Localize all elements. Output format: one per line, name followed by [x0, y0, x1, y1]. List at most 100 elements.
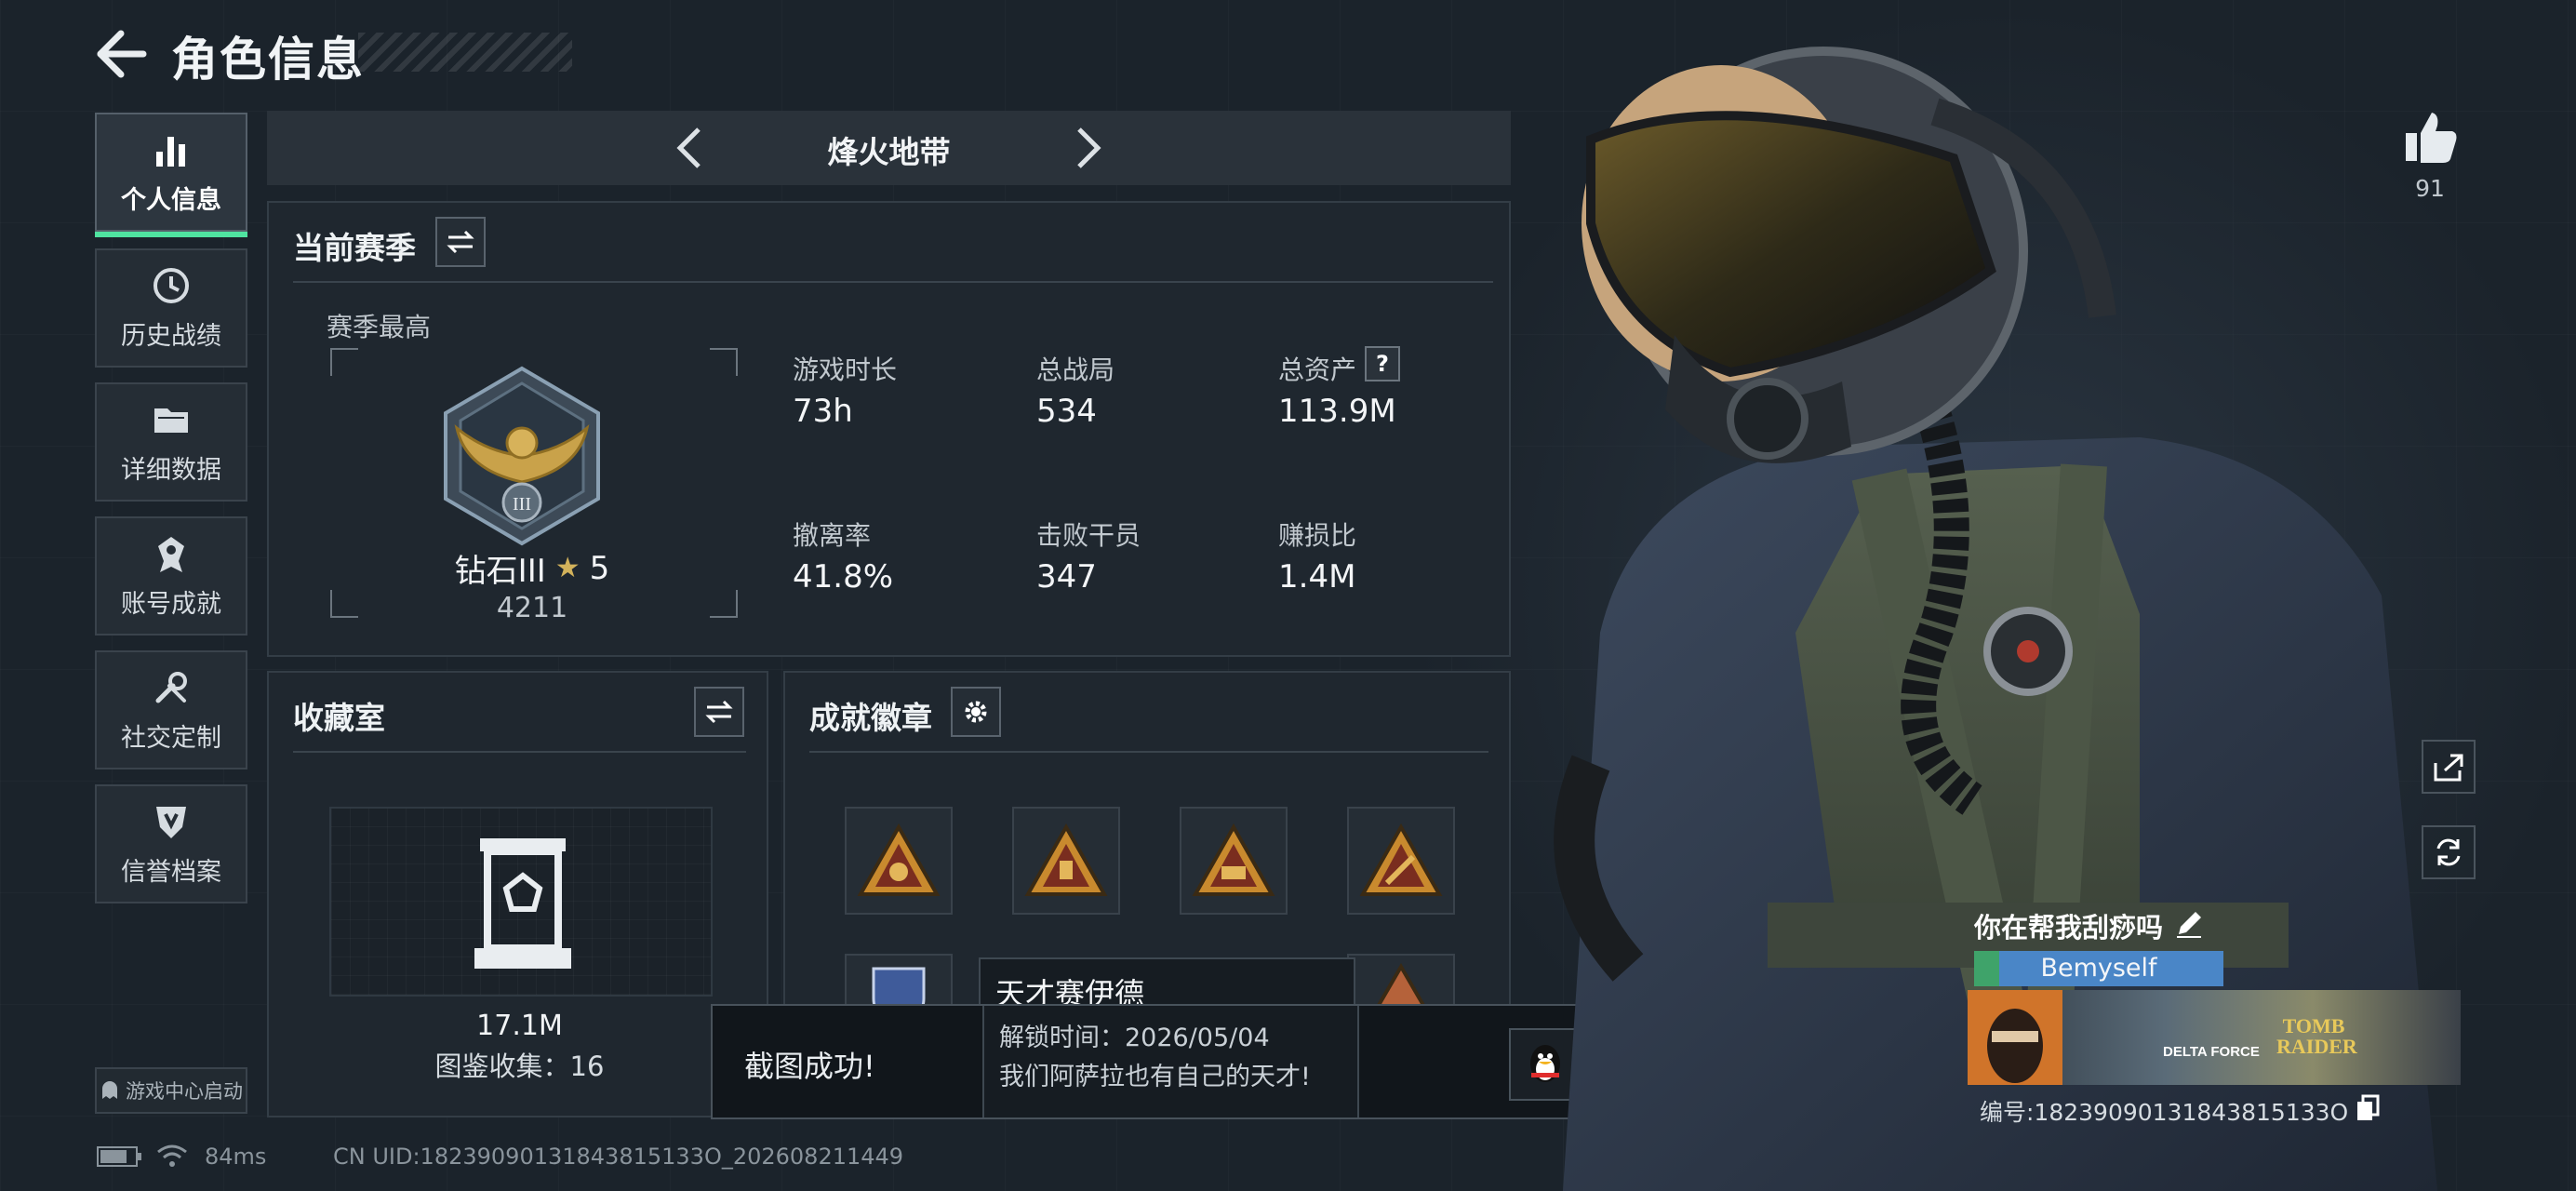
collection-count: 图鉴收集：16	[434, 1050, 605, 1082]
nav-item-personal-info[interactable]: 个人信息	[95, 113, 247, 237]
badge-tile[interactable]	[1012, 807, 1120, 915]
edit-icon[interactable]	[2173, 908, 2205, 940]
stat-value: 347	[1036, 558, 1097, 596]
svg-text:III: III	[513, 494, 531, 515]
rank-stars: 5	[589, 549, 610, 587]
battery-icon	[97, 1146, 141, 1167]
share-button[interactable]	[2422, 740, 2476, 794]
tooltip-unlock-time: 解锁时间：2026/05/04	[999, 1024, 1270, 1052]
frame-corner	[710, 348, 738, 376]
nav-item-social-customize[interactable]: 社交定制	[95, 650, 247, 769]
profile-banner[interactable]: DELTA FORCE TOMB RAIDER	[1968, 990, 2461, 1085]
shield-icon	[156, 806, 186, 838]
title-decoration	[358, 33, 572, 72]
help-icon[interactable]: ?	[1365, 346, 1400, 381]
nav-label: 社交定制	[121, 723, 221, 753]
collection-switch-button[interactable]	[694, 687, 744, 737]
season-panel: 当前赛季 赛季最高 III 钻石III ★ 5 4211 游戏时长 73h 总战…	[267, 201, 1511, 657]
badge-tile[interactable]	[845, 807, 953, 915]
mode-title: 烽火地带	[827, 134, 951, 170]
rank-score: 4211	[496, 592, 568, 624]
season-title: 当前赛季	[293, 230, 416, 266]
bar-chart-icon	[156, 136, 185, 167]
frame-corner	[330, 348, 358, 376]
stat-label: 击败干员	[1036, 520, 1141, 551]
stat-value: 534	[1036, 393, 1097, 430]
nav-label: 信誉档案	[121, 857, 221, 887]
nav-item-achievements[interactable]: 账号成就	[95, 516, 247, 636]
ghost-icon	[102, 1081, 117, 1099]
season-switch-button[interactable]	[435, 217, 486, 267]
rotate-button[interactable]	[2422, 825, 2476, 879]
toast-message: 截图成功!	[744, 1049, 875, 1084]
collection-title: 收藏室	[293, 700, 385, 736]
triangle-badge-icon	[1359, 823, 1443, 896]
star-icon: ★	[554, 552, 581, 584]
mode-selector: 烽火地带	[267, 111, 1511, 185]
swap-icon	[705, 700, 733, 724]
badge-tile[interactable]	[1347, 807, 1455, 915]
triangle-badge-icon	[1192, 823, 1275, 896]
stat-value: 113.9M	[1278, 393, 1396, 430]
stat-label: 游戏时长	[793, 355, 898, 385]
stat-label: 撤离率	[793, 520, 872, 551]
badges-title: 成就徽章	[809, 700, 932, 736]
triangle-badge-icon	[1024, 823, 1108, 896]
rank-emblem-icon: III	[444, 366, 600, 546]
nav-item-match-history[interactable]: 历史战绩	[95, 248, 247, 368]
divider	[293, 751, 746, 753]
refresh-icon	[2436, 838, 2461, 866]
collection-value: 17.1M	[476, 1010, 563, 1042]
badges-settings-button[interactable]	[951, 687, 1001, 737]
wifi-icon	[157, 1144, 187, 1167]
game-center-button[interactable]: 游戏中心启动	[95, 1067, 247, 1114]
season-best-label: 赛季最高	[327, 312, 432, 342]
stat-label: 赚损比	[1278, 520, 1357, 551]
share-icon	[2434, 754, 2463, 782]
nav-label: 账号成就	[121, 589, 221, 619]
game-center-label: 游戏中心启动	[126, 1080, 243, 1103]
clock-icon	[153, 267, 189, 303]
collection-panel: 收藏室 17.1M 图鉴收集：16	[267, 671, 768, 1117]
stat-value: 1.4M	[1278, 558, 1356, 596]
triangle-badge-icon	[857, 823, 941, 896]
nav-item-detailed-data[interactable]: 详细数据	[95, 382, 247, 502]
thumbs-up-icon[interactable]	[2400, 107, 2460, 167]
nav-item-credit-record[interactable]: 信誉档案	[95, 784, 247, 903]
banner-logo-tomb: TOMB RAIDER	[2276, 1014, 2357, 1058]
rank-row: 钻石III ★ 5	[269, 545, 795, 591]
nav-label: 个人信息	[121, 185, 221, 215]
divider	[809, 751, 1488, 753]
avatar[interactable]	[1968, 990, 2062, 1085]
swap-icon	[447, 230, 474, 254]
tooltip-overlap: 解锁时间：2026/05/04 我们阿萨拉也有自己的天才!	[982, 1006, 1359, 1117]
back-arrow-icon[interactable]	[93, 26, 149, 82]
collection-preview[interactable]	[329, 807, 713, 997]
chevron-right-icon[interactable]	[1062, 124, 1111, 172]
divider	[293, 281, 1493, 283]
tooltip-description: 我们阿萨拉也有自己的天才!	[999, 1063, 1311, 1091]
stat-value: 41.8%	[793, 558, 894, 596]
medal-icon	[158, 536, 184, 572]
folder-icon	[154, 408, 188, 433]
badge-tile[interactable]	[1180, 807, 1288, 915]
player-id: 编号:18239090131843815133O	[1980, 1099, 2349, 1126]
banner-logo-delta: DELTA FORCE	[2163, 1044, 2260, 1060]
rank-name: 钻石III	[454, 553, 546, 590]
nickname: 你在帮我刮痧吗	[1974, 912, 2164, 943]
nav-label: 详细数据	[121, 455, 221, 485]
likes-count: 91	[2415, 175, 2445, 202]
copy-icon[interactable]	[2356, 1094, 2380, 1122]
stat-value: 73h	[793, 393, 853, 430]
gear-icon	[965, 701, 987, 723]
stat-label: 总战局	[1036, 355, 1115, 385]
player-tag: Bemyself	[1974, 951, 2223, 986]
wrench-icon	[155, 671, 187, 703]
display-case-icon	[474, 838, 571, 969]
uid-text: CN UID:18239090131843815133O_20260821144…	[333, 1144, 904, 1170]
nav-label: 历史战绩	[121, 321, 221, 351]
ping-value: 84ms	[205, 1144, 267, 1170]
page-title: 角色信息	[171, 33, 365, 87]
stat-label: 总资产	[1278, 355, 1357, 385]
avatar-image	[1968, 990, 2062, 1085]
